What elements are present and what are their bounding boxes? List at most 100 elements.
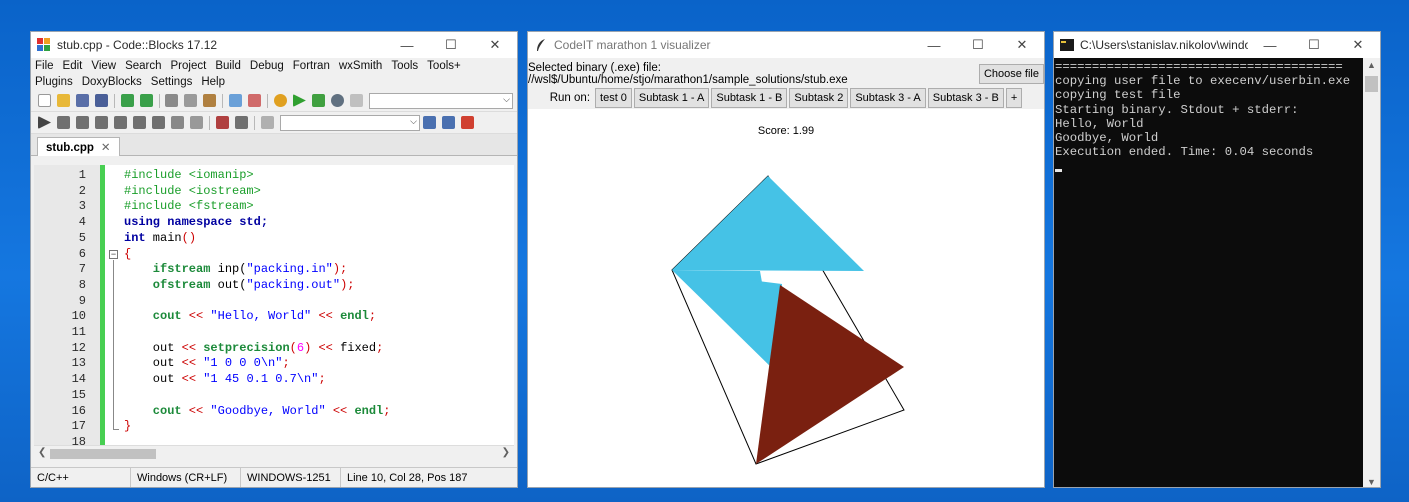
jump-icon[interactable] xyxy=(261,116,274,129)
code-token: std; xyxy=(232,215,269,230)
codeblocks-titlebar[interactable]: stub.cpp - Code::Blocks 17.12 — ☐ ✕ xyxy=(31,32,517,58)
close-button[interactable]: ✕ xyxy=(473,37,517,53)
save-icon[interactable] xyxy=(76,94,89,107)
horizontal-scrollbar[interactable]: ❮ ❯ xyxy=(34,445,514,461)
console-output[interactable]: ======================================= c… xyxy=(1054,58,1364,487)
code-keyword: cout xyxy=(124,403,182,418)
step-out-icon[interactable] xyxy=(114,116,127,129)
maximize-button[interactable]: ☐ xyxy=(1292,37,1336,53)
menu-settings[interactable]: Settings xyxy=(151,74,193,90)
minimize-button[interactable]: — xyxy=(1248,38,1292,53)
minimize-button[interactable]: — xyxy=(385,38,429,53)
step-into-icon[interactable] xyxy=(95,116,108,129)
undo-icon[interactable] xyxy=(120,94,134,107)
scroll-right-icon[interactable]: ❯ xyxy=(502,447,510,458)
next-line-icon[interactable] xyxy=(76,116,89,129)
menu-view[interactable]: View xyxy=(91,58,116,74)
visualizer-titlebar[interactable]: CodeIT marathon 1 visualizer — ☐ ✕ xyxy=(528,32,1044,58)
next-instruction-icon[interactable] xyxy=(133,116,146,129)
open-folder-icon[interactable] xyxy=(57,94,70,107)
run-subtask-1b-button[interactable]: Subtask 1 - B xyxy=(711,88,788,108)
back-icon[interactable] xyxy=(423,116,436,129)
menu-edit[interactable]: Edit xyxy=(63,58,83,74)
tab-close-icon[interactable]: ✕ xyxy=(101,142,111,154)
new-file-icon[interactable] xyxy=(38,94,51,107)
rebuild-icon[interactable] xyxy=(330,94,344,107)
forward-icon[interactable] xyxy=(442,116,455,129)
run-subtask-3a-button[interactable]: Subtask 3 - A xyxy=(850,88,926,108)
menu-search[interactable]: Search xyxy=(125,58,161,74)
minimize-button[interactable]: — xyxy=(912,38,956,53)
choose-file-button[interactable]: Choose file xyxy=(978,64,1044,84)
build-icon[interactable] xyxy=(273,94,287,107)
scroll-down-icon[interactable]: ▼ xyxy=(1367,477,1376,487)
menu-tools[interactable]: Tools xyxy=(391,58,418,74)
menu-wxsmith[interactable]: wxSmith xyxy=(339,58,382,74)
menu-fortran[interactable]: Fortran xyxy=(293,58,330,74)
debug-windows-icon[interactable] xyxy=(216,116,229,129)
build-target-combo[interactable] xyxy=(368,92,513,109)
scroll-up-icon[interactable]: ▲ xyxy=(1367,60,1376,70)
save-all-icon[interactable] xyxy=(95,94,108,107)
line-number: 14 xyxy=(71,372,86,387)
menu-build[interactable]: Build xyxy=(215,58,241,74)
toolbar-separator xyxy=(158,93,160,108)
status-language: C/C++ xyxy=(31,468,131,487)
menu-tools-plus[interactable]: Tools+ xyxy=(427,58,461,74)
replace-icon[interactable] xyxy=(248,94,262,107)
code-line: int main() xyxy=(124,231,196,247)
run-icon[interactable] xyxy=(292,94,306,107)
pause-icon[interactable] xyxy=(171,116,184,129)
run-to-cursor-icon[interactable] xyxy=(57,116,70,129)
paste-icon[interactable] xyxy=(203,94,217,107)
close-button[interactable]: ✕ xyxy=(1336,37,1380,53)
line-number: 4 xyxy=(78,215,86,230)
menu-help[interactable]: Help xyxy=(201,74,225,90)
run-subtask-3b-button[interactable]: Subtask 3 - B xyxy=(927,88,1004,108)
close-button[interactable]: ✕ xyxy=(1000,37,1044,53)
scrollbar-thumb[interactable] xyxy=(1365,76,1378,92)
blue-shape-top xyxy=(672,176,864,271)
code-token: ); xyxy=(340,277,355,292)
symbol-combo[interactable] xyxy=(280,114,420,131)
code-keyword: using namespace xyxy=(124,215,233,230)
code-token: << xyxy=(311,309,341,324)
cut-icon[interactable] xyxy=(165,94,179,107)
redo-icon[interactable] xyxy=(139,94,153,107)
code-line: #include <iostream> xyxy=(124,183,261,198)
code-string: "Goodbye, World" xyxy=(210,403,326,418)
console-titlebar[interactable]: C:\Users\stanislav.nikolov\windows_... —… xyxy=(1054,32,1380,58)
line-number: 18 xyxy=(71,434,86,445)
highlight-icon[interactable] xyxy=(461,116,474,129)
menu-debug[interactable]: Debug xyxy=(250,58,284,74)
debug-run-icon[interactable] xyxy=(38,116,51,129)
build-run-icon[interactable] xyxy=(311,94,325,107)
maximize-button[interactable]: ☐ xyxy=(429,37,473,53)
fold-toggle-icon[interactable]: − xyxy=(109,250,118,259)
stop-debug-icon[interactable] xyxy=(190,116,203,129)
menu-plugins[interactable]: Plugins xyxy=(35,74,73,90)
copy-icon[interactable] xyxy=(184,94,198,107)
change-bar xyxy=(100,165,105,445)
code-token: << xyxy=(174,356,204,371)
find-icon[interactable] xyxy=(229,94,243,107)
code-line: { xyxy=(124,246,132,261)
maximize-button[interactable]: ☐ xyxy=(956,37,1000,53)
info-icon[interactable] xyxy=(235,116,248,129)
menu-doxyblocks[interactable]: DoxyBlocks xyxy=(82,74,142,90)
add-test-button[interactable]: + xyxy=(1005,88,1023,108)
vertical-scrollbar[interactable]: ▲ ▼ xyxy=(1363,58,1380,487)
run-subtask-2-button[interactable]: Subtask 2 xyxy=(789,88,849,108)
run-test-0-button[interactable]: test 0 xyxy=(595,88,632,108)
abort-icon[interactable] xyxy=(349,94,363,107)
menu-project[interactable]: Project xyxy=(171,58,207,74)
menu-file[interactable]: File xyxy=(35,58,54,74)
scrollbar-thumb[interactable] xyxy=(50,449,156,459)
scroll-left-icon[interactable]: ❮ xyxy=(38,447,46,458)
console-line: copying test file xyxy=(1055,88,1181,103)
tab-stub-cpp[interactable]: stub.cpp ✕ xyxy=(37,137,120,156)
step-instruction-icon[interactable] xyxy=(152,116,165,129)
code-editor[interactable]: 1 2 3 4 5 6 7 8 9 10 11 12 13 14 15 16 1… xyxy=(34,165,514,445)
code-token: ; xyxy=(282,356,290,371)
run-subtask-1a-button[interactable]: Subtask 1 - A xyxy=(633,88,710,108)
